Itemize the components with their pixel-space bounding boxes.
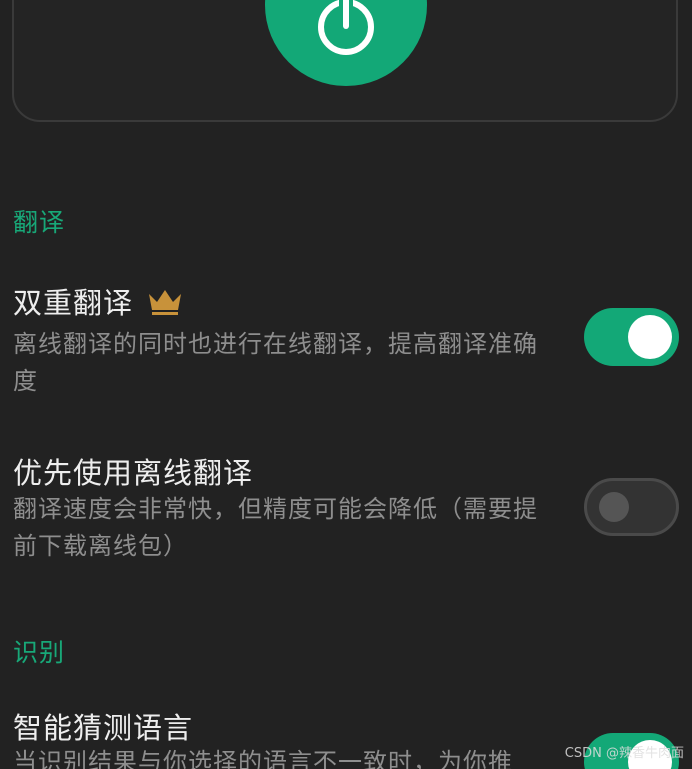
dual-translate-label: 双重翻译 [13,286,134,320]
section-title-recognize: 识别 [13,638,66,667]
offline-first-desc: 翻译速度会非常快，但精度可能会降低（需要提前下载离线包） [13,495,538,560]
offline-first-title: 优先使用离线翻译 [13,450,253,492]
smart-detect-desc: 当识别结果与你选择的语言不一致时，为你推 [13,748,513,769]
toggle-knob [628,315,672,359]
dual-translate-title: 双重翻译 [13,280,183,322]
dual-translate-toggle[interactable] [584,308,679,366]
settings-page: 翻译 双重翻译 离线翻译的同时也进行在线翻译，提高翻译准确度 优先使用离线翻译 … [0,0,692,769]
offline-first-toggle[interactable] [584,478,679,536]
watermark: CSDN @辣香牛肉面 [564,746,684,761]
crown-icon [149,290,182,315]
section-title-translate: 翻译 [13,208,66,237]
smart-detect-title: 智能猜测语言 [13,705,193,747]
dual-translate-desc: 离线翻译的同时也进行在线翻译，提高翻译准确度 [13,330,538,395]
smart-detect-label: 智能猜测语言 [13,711,194,745]
power-icon [318,0,374,55]
offline-first-label: 优先使用离线翻译 [13,456,254,490]
toggle-knob [599,492,629,522]
